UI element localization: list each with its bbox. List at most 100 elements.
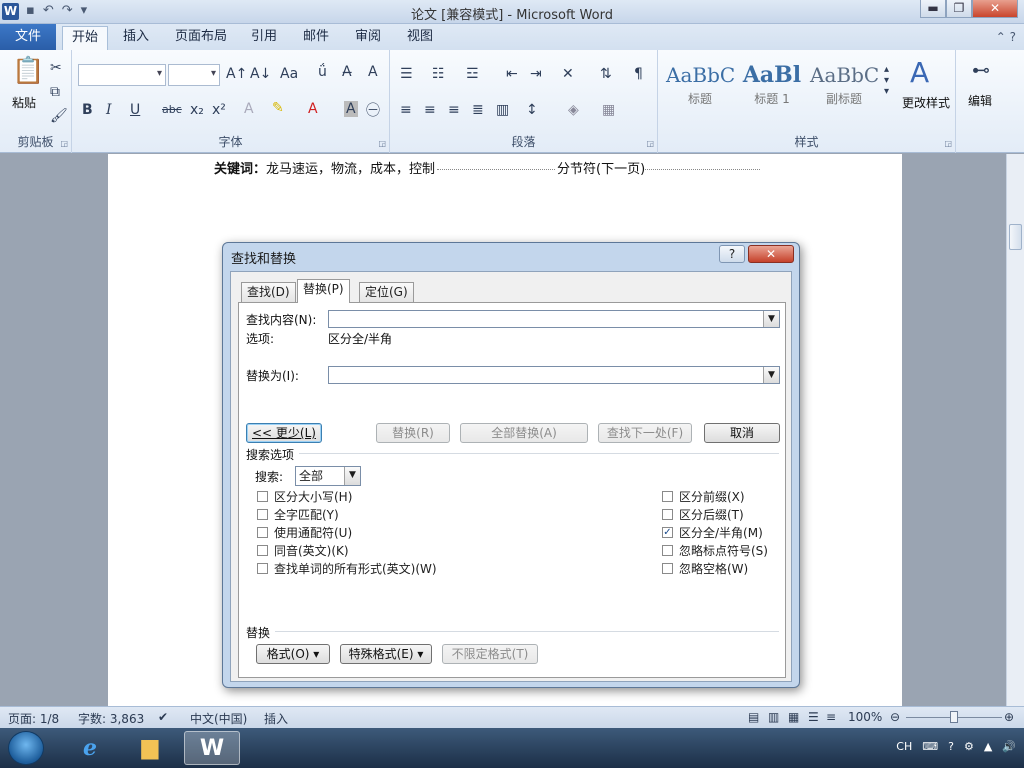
style-heading-1[interactable]: AaBl 标题 1 [738, 60, 806, 112]
language-indicator[interactable]: 中文(中国) [190, 710, 247, 727]
whole-word-checkbox[interactable]: 全字匹配(Y) [257, 506, 339, 523]
align-right-icon[interactable]: ≡ [448, 102, 460, 118]
tab-goto[interactable]: 定位(G) [359, 282, 414, 302]
binoculars-icon[interactable]: ⊷ [972, 60, 990, 81]
help-tray-icon[interactable]: ? [948, 740, 954, 753]
enclose-char-icon[interactable]: ㊀ [366, 100, 380, 120]
search-direction-select[interactable]: 全部 ▼ [295, 466, 361, 486]
increase-indent-icon[interactable]: ⇥ [530, 66, 542, 82]
font-name-combo[interactable] [78, 64, 166, 86]
cut-icon[interactable]: ✂ [50, 60, 62, 76]
tab-page-layout[interactable]: 页面布局 [170, 26, 232, 50]
styles-launcher-icon[interactable]: ◲ [944, 139, 952, 148]
find-next-button[interactable]: 查找下一处(F) [598, 423, 692, 443]
highlight-icon[interactable]: ✎ [272, 100, 284, 116]
zoom-in-icon[interactable]: ⊕ [1004, 710, 1014, 724]
keyboard-icon[interactable]: ⌨ [922, 740, 938, 753]
paragraph-launcher-icon[interactable]: ◲ [646, 139, 654, 148]
clipboard-launcher-icon[interactable]: ◲ [60, 139, 68, 148]
checkbox-box[interactable] [662, 563, 673, 574]
paste-label[interactable]: 粘贴 [12, 94, 36, 111]
tray-expand-icon[interactable]: ▲ [984, 740, 992, 753]
style-subtitle[interactable]: AaBbC 副标题 [810, 60, 879, 112]
clear-format-icon[interactable]: A̶ [342, 64, 352, 80]
tab-review[interactable]: 审阅 [348, 26, 388, 50]
find-dropdown-icon[interactable]: ▼ [763, 311, 779, 327]
tab-file[interactable]: 文件 [0, 24, 56, 50]
char-shading-icon[interactable]: A [344, 101, 358, 117]
chinese-layout-icon[interactable]: ✕ [562, 66, 574, 82]
settings-tray-icon[interactable]: ⚙ [964, 740, 974, 753]
format-button[interactable]: 格式(O) ▾ [256, 644, 330, 664]
shading-icon[interactable]: ◈ [568, 102, 579, 118]
minimize-button[interactable]: ▬ [920, 0, 946, 18]
proofing-icon[interactable]: ✔ [158, 710, 168, 724]
no-formatting-button[interactable]: 不限定格式(T) [442, 644, 538, 664]
word-count[interactable]: 字数: 3,863 [78, 710, 144, 727]
tab-home[interactable]: 开始 [62, 26, 108, 50]
styles-scroll-icon[interactable]: ▴ ▾ ▾ [884, 64, 889, 97]
match-case-checkbox[interactable]: 区分大小写(H) [257, 488, 352, 505]
tab-mailings[interactable]: 邮件 [296, 26, 336, 50]
checkbox-box[interactable] [257, 491, 268, 502]
justify-icon[interactable]: ≣ [472, 102, 484, 118]
sounds-like-checkbox[interactable]: 同音(英文)(K) [257, 542, 349, 559]
ignore-punctuation-checkbox[interactable]: 忽略标点符号(S) [662, 542, 768, 559]
view-web-icon[interactable]: ▦ [788, 710, 799, 724]
find-what-input[interactable]: ▼ [328, 310, 780, 328]
superscript-button[interactable]: x² [212, 102, 226, 118]
tab-insert[interactable]: 插入 [116, 26, 156, 50]
view-reading-icon[interactable]: ▥ [768, 710, 779, 724]
editing-label[interactable]: 编辑 [968, 92, 992, 109]
copy-icon[interactable]: ⧉ [50, 84, 60, 100]
match-prefix-checkbox[interactable]: 区分前缀(X) [662, 488, 745, 505]
dialog-close-button[interactable]: ✕ [748, 245, 794, 263]
replace-all-button[interactable]: 全部替换(A) [460, 423, 588, 443]
char-border-button[interactable]: A [368, 64, 378, 80]
sort-icon[interactable]: ⇅ [600, 66, 612, 82]
change-case-button[interactable]: Aa [280, 66, 298, 82]
distributed-icon[interactable]: ▥ [496, 102, 509, 118]
checkbox-box[interactable] [662, 545, 673, 556]
font-size-combo[interactable] [168, 64, 220, 86]
font-color-button[interactable]: A [308, 101, 318, 117]
italic-button[interactable]: I [106, 102, 112, 118]
numbering-icon[interactable]: ☷ [432, 66, 445, 82]
checkbox-box[interactable] [662, 509, 673, 520]
strikethrough-button[interactable]: abc [162, 103, 182, 116]
word-taskbar-icon[interactable]: W [184, 731, 240, 765]
page-counter[interactable]: 页面: 1/8 [8, 710, 59, 727]
view-draft-icon[interactable]: ≡ [826, 710, 836, 724]
cancel-button[interactable]: 取消 [704, 423, 780, 443]
checkbox-box[interactable] [662, 491, 673, 502]
close-button[interactable]: ✕ [972, 0, 1018, 18]
replace-button[interactable]: 替换(R) [376, 423, 450, 443]
tab-replace[interactable]: 替换(P) [297, 279, 350, 303]
volume-icon[interactable]: 🔊 [1002, 740, 1016, 753]
paste-icon[interactable]: 📋 [12, 56, 44, 86]
text-effects-icon[interactable]: A [244, 101, 254, 117]
zoom-out-icon[interactable]: ⊖ [890, 710, 900, 724]
checkbox-box[interactable] [257, 563, 268, 574]
checkbox-box[interactable] [257, 545, 268, 556]
help-icon[interactable]: ? [1010, 30, 1016, 44]
change-styles-label[interactable]: 更改样式 [902, 94, 950, 111]
match-suffix-checkbox[interactable]: 区分后缀(T) [662, 506, 744, 523]
zoom-level[interactable]: 100% [848, 710, 882, 724]
align-left-icon[interactable]: ≡ [400, 102, 412, 118]
bold-button[interactable]: B [82, 102, 93, 118]
tab-view[interactable]: 视图 [400, 26, 440, 50]
change-styles-icon[interactable]: A [910, 56, 929, 89]
scrollbar-thumb[interactable] [1009, 224, 1022, 250]
restore-button[interactable]: ❐ [946, 0, 972, 18]
line-spacing-icon[interactable]: ↕ [526, 102, 538, 118]
style-heading[interactable]: AaBbC 标题 [666, 60, 735, 112]
all-word-forms-checkbox[interactable]: 查找单词的所有形式(英文)(W) [257, 560, 437, 577]
font-launcher-icon[interactable]: ◲ [378, 139, 386, 148]
vertical-scrollbar[interactable] [1006, 154, 1024, 706]
tab-find[interactable]: 查找(D) [241, 282, 296, 302]
grow-font-button[interactable]: A↑ [226, 66, 247, 82]
replace-with-input[interactable]: ▼ [328, 366, 780, 384]
collapse-ribbon-icon[interactable]: ⌃ [996, 30, 1006, 44]
decrease-indent-icon[interactable]: ⇤ [506, 66, 518, 82]
